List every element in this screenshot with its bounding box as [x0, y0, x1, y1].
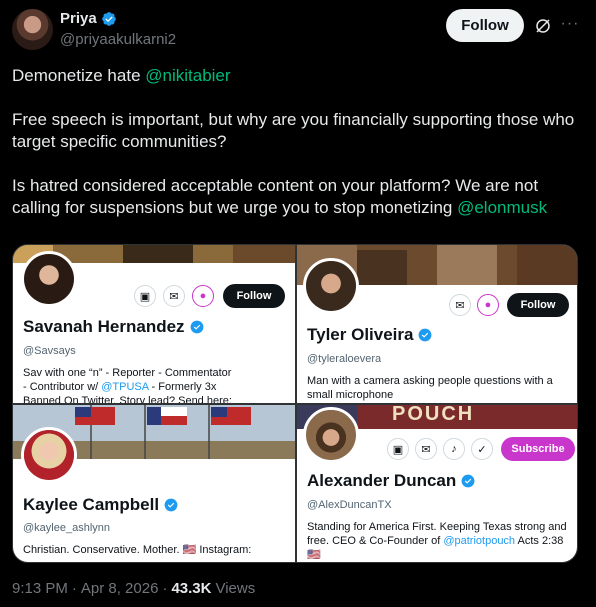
banner-text: POUCH — [392, 405, 475, 425]
profile-name: Tyler Oliveira — [307, 325, 432, 345]
verified-badge-icon — [461, 474, 475, 488]
profile-avatar — [21, 427, 77, 483]
profile-bio: Christian. Conservative. Mother. 🇺🇸 Inst… — [23, 544, 252, 556]
tweet-meta: 9:13 PM · Apr 8, 2026 · 43.3K Views — [12, 580, 255, 597]
tweet-date[interactable]: Apr 8, 2026 — [81, 580, 159, 597]
verified-badge-icon — [164, 498, 178, 512]
separator-dot: · — [162, 580, 168, 597]
photo-icon[interactable]: ▣ — [387, 438, 409, 460]
author-handle[interactable]: @priyaakulkarni2 — [60, 31, 176, 48]
author-name-row: Priya — [60, 10, 117, 27]
profile-bio: Sav with one “n” - Reporter - Commentato… — [23, 367, 232, 403]
tweet-paragraph-1: Demonetize hate @nikitabier — [12, 66, 231, 85]
follow-button[interactable]: Follow — [446, 9, 524, 42]
profile-bio: Man with a camera asking people question… — [307, 375, 553, 401]
author-avatar[interactable] — [12, 9, 53, 50]
profile-avatar — [21, 251, 77, 307]
profile-handle: @tyleraloevera — [307, 353, 382, 365]
notification-bell-icon[interactable]: ♪ — [443, 438, 465, 460]
message-icon[interactable]: ✉ — [449, 294, 471, 316]
profile-card-kaylee[interactable]: Kaylee Campbell @kaylee_ashlynn Christia… — [13, 405, 295, 562]
profile-card-tyler[interactable]: ✉ ● Follow Tyler Oliveira @tyleraloevera… — [297, 245, 577, 403]
mention-link[interactable]: @nikitabier — [145, 66, 230, 85]
profile-name: Savanah Hernandez — [23, 317, 204, 337]
verified-badge-icon — [190, 320, 203, 334]
profile-handle: @Savsays — [23, 345, 76, 357]
tweet-paragraph-3: Is hatred considered acceptable content … — [12, 176, 548, 217]
tweet-paragraph-2: Free speech is important, but why are yo… — [12, 110, 575, 151]
mention-link[interactable]: @elonmusk — [457, 198, 547, 217]
card-follow-button[interactable]: Follow — [507, 293, 569, 317]
card-follow-button[interactable]: Follow — [223, 284, 285, 308]
more-options-icon[interactable]: ··· — [560, 16, 580, 36]
tweet-time[interactable]: 9:13 PM — [12, 580, 68, 597]
bio-link[interactable]: @patriotpouch — [443, 535, 515, 547]
bio-link[interactable]: @TPUSA — [101, 381, 148, 393]
profile-name: Alexander Duncan — [307, 471, 475, 491]
tweet-header: Priya @priyaakulkarni2 Follow ··· — [12, 8, 584, 52]
media-grid[interactable]: ▣ ✉ ● Follow Savanah Hernandez @Savsays … — [12, 244, 578, 563]
profile-avatar — [303, 407, 359, 463]
photo-icon[interactable]: ▣ — [134, 285, 156, 307]
profile-avatar — [303, 258, 359, 314]
tweet-text: Demonetize hate @nikitabier Free speech … — [12, 65, 582, 241]
profile-handle: @AlexDuncanTX — [307, 499, 392, 511]
views-label: Views — [215, 580, 256, 597]
affiliate-icon[interactable]: ● — [192, 285, 214, 307]
following-icon[interactable]: ✓ — [471, 438, 493, 460]
profile-card-alexander[interactable]: POUCH ▣ ✉ ♪ ✓ Subscribe Alexander Duncan… — [297, 405, 577, 562]
profile-name: Kaylee Campbell — [23, 495, 178, 515]
affiliate-icon[interactable]: ● — [477, 294, 499, 316]
verified-badge-icon — [419, 328, 432, 342]
author-display-name[interactable]: Priya — [60, 10, 97, 27]
views-count: 43.3K — [171, 580, 212, 597]
separator-dot: · — [71, 580, 77, 597]
profile-card-savanah[interactable]: ▣ ✉ ● Follow Savanah Hernandez @Savsays … — [13, 245, 295, 403]
message-icon[interactable]: ✉ — [163, 285, 185, 307]
verified-badge-icon — [101, 11, 116, 26]
subscribe-button[interactable]: Subscribe — [501, 437, 575, 461]
grok-icon[interactable] — [534, 17, 552, 35]
profile-handle: @kaylee_ashlynn — [23, 522, 110, 534]
message-icon[interactable]: ✉ — [415, 438, 437, 460]
profile-bio: Standing for America First. Keeping Texa… — [307, 521, 567, 561]
